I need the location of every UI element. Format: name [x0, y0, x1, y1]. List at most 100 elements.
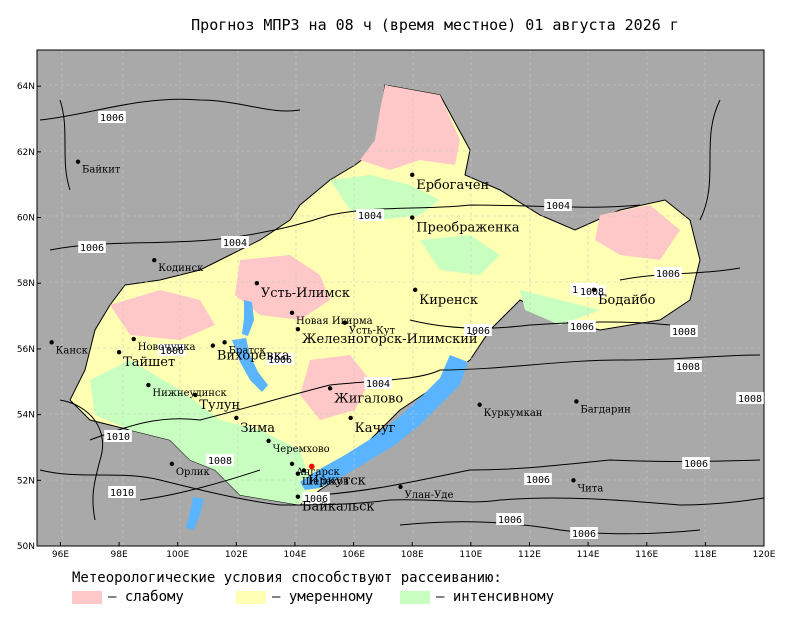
isobar-label: 1008 [676, 362, 700, 373]
city-marker [571, 478, 576, 483]
city-marker [295, 327, 301, 332]
lat-label: 60N [17, 214, 35, 224]
city-label: Качуг [355, 421, 396, 436]
city-label: Усть-Илимск [261, 286, 350, 301]
legend-label-intensive: — интенсивному [436, 589, 555, 605]
legend-item-weak: — слабому [72, 589, 184, 605]
city-marker [75, 159, 81, 164]
legend-swatch-weak [72, 590, 102, 604]
isobar-label: 1004 [366, 379, 390, 390]
city-label: Канск [56, 345, 89, 356]
lat-label: 52N [17, 476, 35, 486]
city-marker [169, 461, 175, 467]
isobar-label: 1006 [656, 269, 680, 280]
irkutsk-marker [308, 463, 315, 470]
isobar-label: 1006 [572, 529, 596, 540]
city-marker [348, 415, 353, 421]
city-marker [289, 310, 295, 315]
legend-label-moderate: — умеренному [272, 589, 374, 605]
isobar-label: 1006 [570, 322, 594, 333]
city-label: Тулун [199, 398, 240, 413]
lon-label: 106E [342, 550, 365, 560]
city-marker [574, 399, 579, 404]
lat-label: 62N [17, 148, 35, 158]
city-marker [234, 415, 239, 421]
lon-label: 102E [225, 550, 248, 560]
city-label: Байкальск [302, 500, 375, 515]
lon-label: 100E [166, 550, 189, 560]
isobar-label: 1004 [223, 238, 247, 249]
legend-item-intensive: — интенсивному [400, 589, 554, 605]
city-label: Железногорск-Илимский [302, 332, 478, 347]
city-label: Кодинск [158, 263, 204, 274]
city-marker [591, 287, 597, 292]
legend-swatch-moderate [236, 590, 266, 604]
city-label: Черемхово [273, 444, 330, 455]
isobar-label: 1006 [498, 515, 522, 526]
city-label: Жигалово [334, 391, 403, 406]
lat-label: 64N [17, 82, 35, 92]
lon-label: 96E [52, 550, 69, 560]
isobar-label: 1006 [100, 113, 124, 124]
city-label: Улан-Уде [405, 490, 454, 501]
isobar-label: 1008 [208, 456, 232, 467]
city-marker [295, 494, 301, 499]
lat-label: 54N [17, 411, 35, 421]
city-marker [152, 258, 157, 263]
city-marker [266, 438, 271, 444]
forecast-map: 64N 62N 60N 58N 56N 54N 52N 50N 96E 98E 100E 102E 10… [17, 49, 776, 560]
lat-label: 56N [17, 345, 35, 355]
legend-swatch-intensive [400, 590, 430, 604]
lat-label: 50N [17, 542, 35, 552]
city-label: Преображенка [416, 221, 520, 236]
lon-label: 108E [401, 550, 424, 560]
city-marker [398, 484, 403, 490]
isobar-label: 1008 [672, 327, 696, 338]
isobar-label: 1006 [80, 243, 104, 254]
lon-label: 112E [518, 550, 541, 560]
city-label: Орлик [176, 467, 211, 478]
lon-label: 98E [111, 550, 128, 560]
city-marker [289, 461, 295, 467]
lon-label: 120E [753, 550, 776, 560]
city-marker [193, 392, 198, 398]
lon-label: 104E [284, 550, 307, 560]
isobar-label: 1006 [526, 475, 550, 486]
city-marker [327, 386, 333, 391]
legend-label-weak: — слабому [108, 589, 184, 605]
isobar-label: 1010 [106, 432, 130, 443]
city-marker [146, 382, 151, 388]
city-marker [116, 349, 122, 355]
city-marker [301, 468, 306, 473]
isobar-label: 1004 [546, 201, 570, 212]
lon-label: 118E [694, 550, 717, 560]
city-marker [131, 336, 136, 342]
city-label: Зима [240, 421, 275, 436]
city-marker [210, 343, 216, 348]
city-label: Тайшет [123, 355, 175, 370]
city-marker [412, 287, 418, 292]
city-label: Ербогачен [416, 178, 489, 193]
legend-item-moderate: — умеренному [236, 589, 373, 605]
isobar-label: 1008 [738, 394, 762, 405]
city-marker [342, 320, 348, 325]
city-marker [254, 281, 260, 286]
city-label: Киренск [419, 293, 478, 308]
city-label: Бодайбо [598, 293, 656, 308]
lon-label: 116E [635, 550, 658, 560]
legend-title: Метеорологические условия способствуют р… [72, 570, 502, 586]
lon-label: 114E [577, 550, 600, 560]
isobar-label: 1006 [684, 459, 708, 470]
city-label: Багдарин [580, 404, 631, 415]
city-label: Вихоревка [217, 349, 290, 364]
city-marker [477, 402, 482, 407]
city-label: Байкит [82, 165, 121, 176]
city-marker [410, 172, 415, 178]
city-marker [222, 340, 227, 345]
city-label: Иркутск [308, 473, 366, 488]
city-label: Чита [577, 483, 603, 494]
lon-label: 110E [459, 550, 482, 560]
lat-label: 58N [17, 279, 35, 289]
city-marker [49, 340, 54, 345]
city-marker [295, 471, 301, 476]
